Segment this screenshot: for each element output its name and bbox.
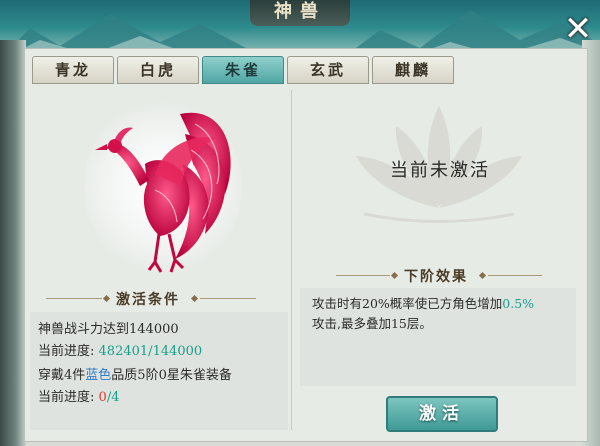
- tab-xuanwu[interactable]: 玄武: [287, 56, 369, 84]
- progress-label: 当前进度:: [38, 390, 95, 405]
- requirement-text: 穿戴4件: [38, 368, 86, 383]
- tab-qinglong[interactable]: 青龙: [32, 56, 114, 84]
- next-effect-description: 攻击时有20%概率使已方角色增加0.5% 攻击,最多叠加15层。: [312, 294, 574, 334]
- effect-value: 0.5%: [502, 296, 535, 311]
- tab-baihu[interactable]: 白虎: [117, 56, 199, 84]
- requirement-power: 神兽战斗力达到144000: [38, 318, 179, 337]
- effect-text: 攻击时有20%概率使已方角色增加: [312, 296, 503, 311]
- pane-divider: [291, 90, 292, 430]
- progress-equipment: 当前进度: 0/4: [38, 386, 119, 405]
- progress-current: 0: [98, 390, 107, 405]
- activation-title: 激活条件: [116, 292, 180, 308]
- ornament-line: [46, 298, 102, 299]
- progress-label: 当前进度:: [38, 344, 95, 359]
- requirement-text: 神兽战斗力达到: [38, 322, 130, 337]
- progress-target: 144000: [152, 344, 203, 359]
- beast-illustration-area: [30, 88, 288, 288]
- quality-label: 蓝色: [85, 368, 112, 383]
- activation-status: 当前未激活: [390, 160, 490, 181]
- close-icon[interactable]: ✕: [562, 12, 594, 46]
- progress-current: 482401: [98, 344, 149, 359]
- activate-button[interactable]: 激活: [386, 396, 498, 432]
- activation-conditions: 神兽战斗力达到144000 当前进度: 482401/144000 穿戴4件蓝色…: [30, 312, 288, 430]
- requirement-text: 品质5阶0星朱雀装备: [111, 368, 232, 383]
- next-effect-box: 攻击时有20%概率使已方角色增加0.5% 攻击,最多叠加15层。: [300, 288, 576, 386]
- tab-zhuque[interactable]: 朱雀: [202, 56, 284, 84]
- ornament-line: [488, 275, 542, 276]
- ornament-line: [336, 275, 390, 276]
- tab-qilin[interactable]: 麒麟: [372, 56, 454, 84]
- requirement-equipment: 穿戴4件蓝色品质5阶0星朱雀装备: [38, 364, 232, 383]
- progress-power: 当前进度: 482401/144000: [38, 340, 202, 359]
- progress-target: 4: [111, 390, 120, 405]
- next-effect-title: 下阶效果: [404, 269, 468, 285]
- requirement-value: 144000: [129, 322, 179, 337]
- phoenix-icon: [95, 112, 231, 273]
- ornament-line: [200, 298, 256, 299]
- effect-text: 攻击,最多叠加15层。: [312, 316, 432, 331]
- left-scenery: [0, 40, 26, 446]
- window-title: 神兽: [250, 0, 350, 26]
